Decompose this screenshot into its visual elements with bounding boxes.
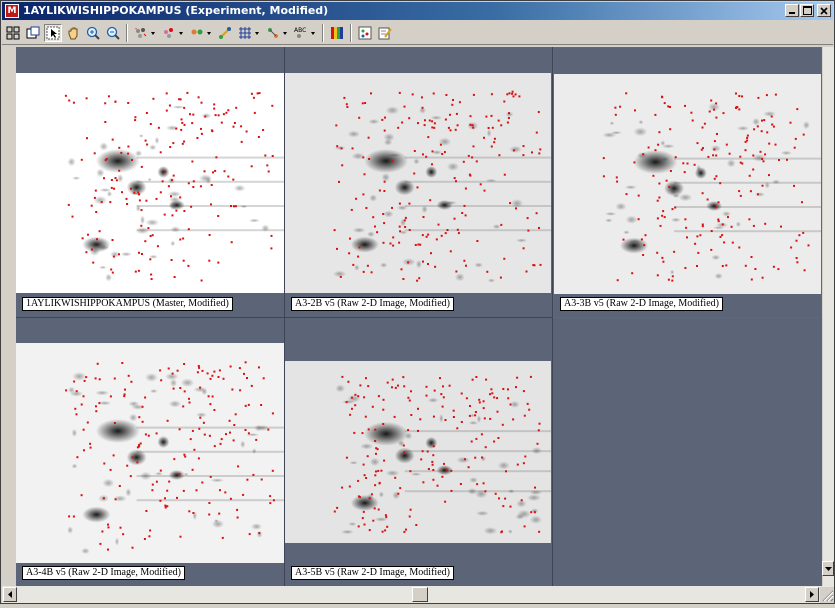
report-edit-button[interactable] [376, 24, 394, 42]
layout-window-icon [26, 26, 40, 39]
gel-image-a3-2b[interactable] [285, 73, 551, 293]
gel-image-a3-5b[interactable] [285, 361, 551, 543]
zoom-in-icon [86, 26, 100, 40]
svg-text:ABC: ABC [294, 27, 306, 34]
pan-hand-button[interactable] [64, 24, 82, 42]
spot-pair-dropdown[interactable] [188, 24, 214, 42]
gel-spots [64, 91, 284, 282]
zoom-out-icon [106, 26, 120, 40]
pan-hand-icon [68, 27, 78, 40]
gel-image-master[interactable] [16, 73, 284, 293]
close-button[interactable] [817, 4, 831, 17]
report-edit-icon [378, 27, 392, 40]
scroll-left-button[interactable] [3, 587, 17, 602]
spot-detect-icon [135, 28, 155, 38]
minimize-icon [789, 12, 795, 14]
grid-dropdown[interactable] [236, 24, 262, 42]
spot-edit-icon [164, 28, 183, 38]
landmark-icon [268, 28, 287, 38]
pane-caption: A3-3B v5 (Raw 2-D Image, Modified) [560, 297, 723, 311]
maximize-button[interactable] [800, 4, 814, 17]
resize-grip-icon [822, 590, 834, 602]
scroll-right-button[interactable] [805, 587, 819, 602]
gel-spots [65, 361, 284, 555]
pane-caption: A3-5B v5 (Raw 2-D Image, Modified) [291, 566, 454, 580]
zoom-out-button[interactable] [104, 24, 122, 42]
empty-pane [553, 318, 822, 586]
maximize-icon [802, 6, 812, 15]
color-bars-icon [331, 27, 343, 39]
layout-grid-button[interactable] [4, 24, 22, 42]
spot-pair-icon [191, 29, 211, 35]
close-icon [820, 6, 828, 15]
match-link-icon [219, 27, 231, 39]
horizontal-scrollbar[interactable] [2, 586, 834, 603]
title-bar[interactable]: M 1AYLIKWISHIPPOKAMPUS (Experiment, Modi… [2, 2, 833, 20]
gel-image-a3-3b[interactable] [554, 74, 821, 294]
resize-grip[interactable] [820, 587, 834, 603]
gel-pane-a3-3b[interactable]: A3-3B v5 (Raw 2-D Image, Modified) [553, 47, 822, 318]
pane-caption: 1AYLIKWISHIPPOKAMPUS (Master, Modified) [22, 297, 233, 311]
select-arrow-icon [46, 26, 60, 40]
label-abc-icon: ABC [294, 27, 315, 38]
landmark-dropdown[interactable] [264, 24, 290, 42]
color-bars-button[interactable] [328, 24, 346, 42]
toolbar: ABC [2, 21, 833, 45]
zoom-in-button[interactable] [84, 24, 102, 42]
layout-window-button[interactable] [24, 24, 42, 42]
image-grid-view[interactable]: 1AYLIKWISHIPPOKAMPUS (Master, Modified) … [16, 47, 822, 586]
gel-image-a3-4b[interactable] [16, 343, 284, 563]
vertical-scrollbar[interactable] [822, 47, 834, 586]
grid-icon [239, 27, 259, 39]
arrow-left-icon [8, 591, 12, 598]
pane-caption: A3-4B v5 (Raw 2-D Image, Modified) [22, 566, 185, 580]
window-title: 1AYLIKWISHIPPOKAMPUS (Experiment, Modifi… [23, 4, 329, 17]
gel-pane-a3-2b[interactable]: A3-2B v5 (Raw 2-D Image, Modified) [285, 47, 553, 318]
gel-spots [602, 92, 821, 282]
gel-pane-a3-5b[interactable]: A3-5B v5 (Raw 2-D Image, Modified) [285, 318, 553, 586]
arrow-right-icon [810, 591, 814, 598]
label-abc-dropdown[interactable]: ABC [292, 24, 318, 42]
spot-detect-dropdown[interactable] [132, 24, 158, 42]
gel-spots [332, 90, 551, 283]
spot-edit-dropdown[interactable] [160, 24, 186, 42]
pane-caption: A3-2B v5 (Raw 2-D Image, Modified) [291, 297, 454, 311]
minimize-button[interactable] [785, 4, 799, 17]
match-link-button[interactable] [216, 24, 234, 42]
spot-table-button[interactable] [356, 24, 374, 42]
gel-spots [333, 375, 551, 535]
gel-pane-a3-4b[interactable]: A3-4B v5 (Raw 2-D Image, Modified) [16, 318, 285, 586]
app-logo-icon[interactable]: M [5, 4, 19, 18]
scroll-down-button[interactable] [822, 561, 834, 576]
gel-pane-master[interactable]: 1AYLIKWISHIPPOKAMPUS (Master, Modified) [16, 47, 285, 318]
select-arrow-button[interactable] [44, 24, 62, 42]
scroll-thumb[interactable] [412, 587, 428, 602]
spot-table-icon [358, 26, 372, 40]
experiment-window: M 1AYLIKWISHIPPOKAMPUS (Experiment, Modi… [0, 0, 835, 604]
layout-grid-icon [6, 26, 20, 40]
arrow-down-icon [824, 566, 832, 571]
